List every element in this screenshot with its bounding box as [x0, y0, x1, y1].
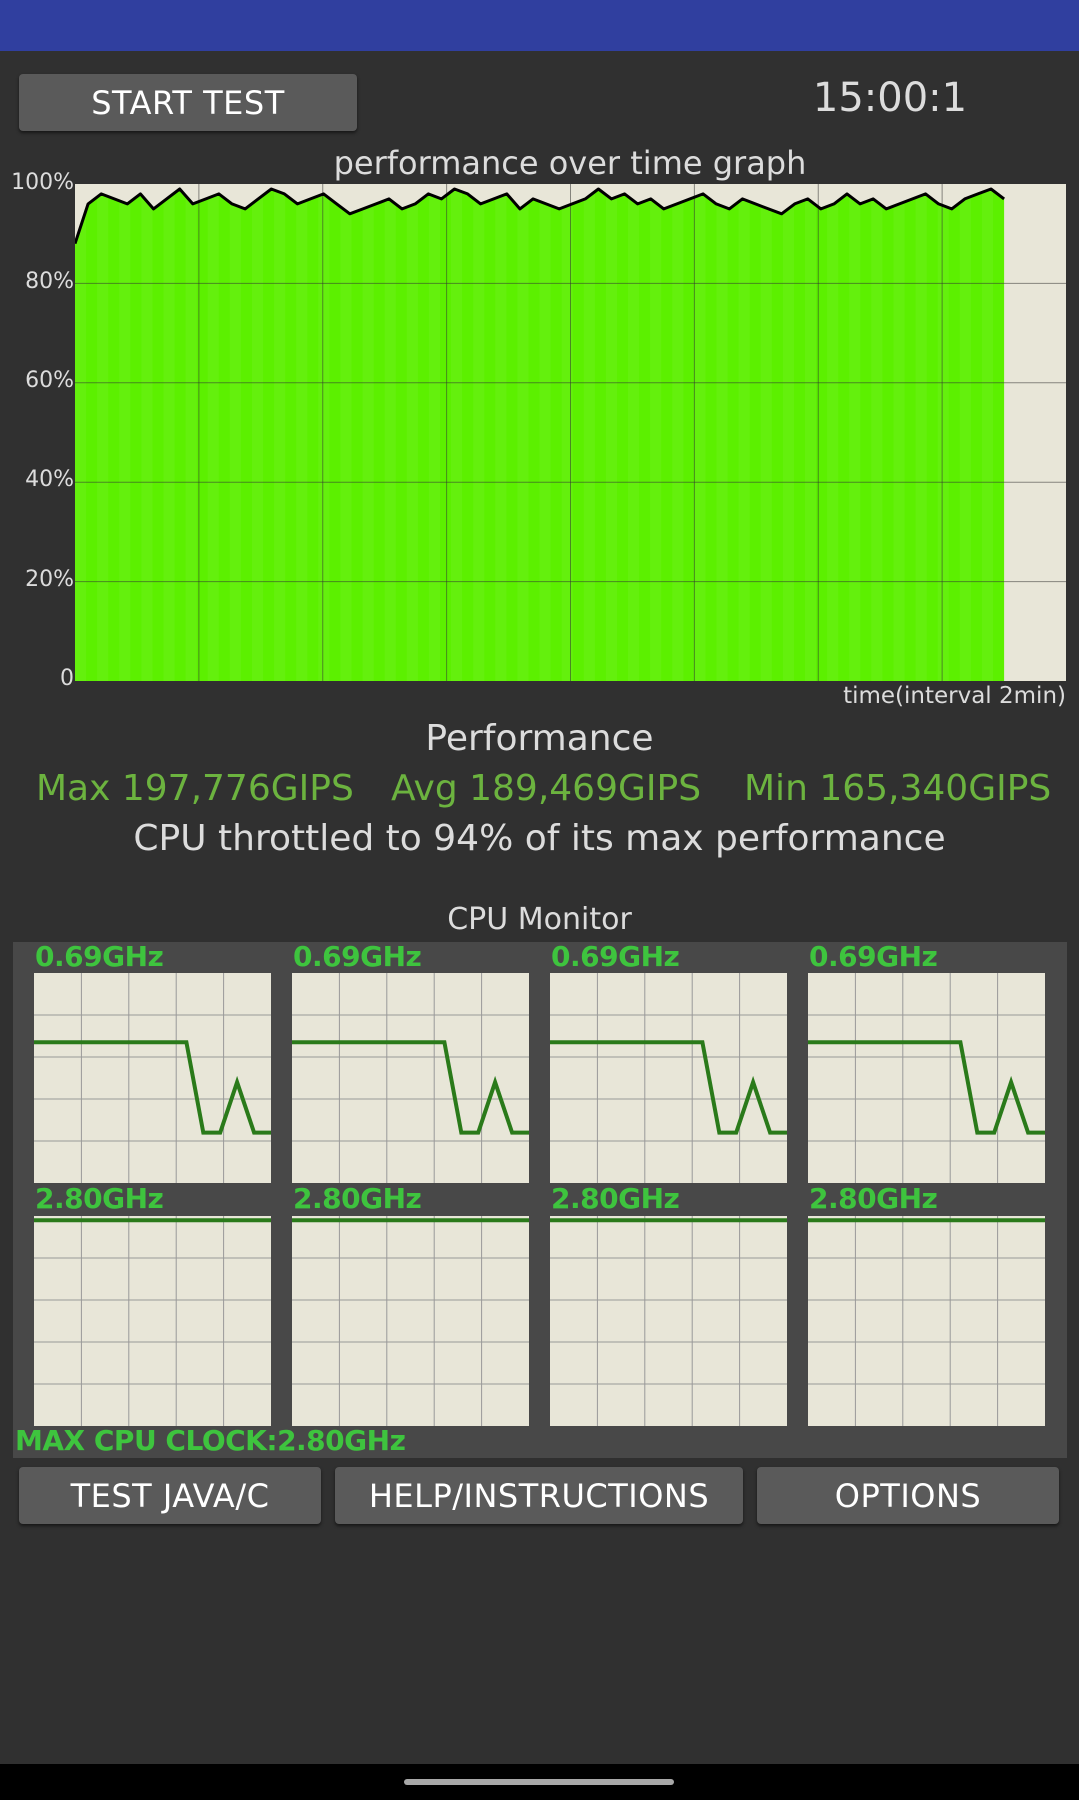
area-band	[119, 184, 131, 681]
area-band	[318, 184, 330, 681]
core-2-frequency: 0.69GHz	[293, 940, 422, 973]
area-band	[406, 184, 418, 681]
area-band	[384, 184, 396, 681]
x-axis-label: time(interval 2min)	[843, 683, 1066, 709]
core-7-graph	[550, 1216, 787, 1426]
y-tick-0: 0	[60, 666, 74, 691]
area-band	[893, 184, 905, 681]
area-band	[981, 184, 993, 681]
area-band	[760, 184, 772, 681]
y-tick-40: 40%	[25, 467, 74, 492]
area-band	[473, 184, 485, 681]
performance-graph	[75, 184, 1066, 681]
area-band	[561, 184, 573, 681]
core-5-graph	[34, 1216, 271, 1426]
options-button[interactable]: OPTIONS	[757, 1467, 1059, 1524]
test-java-c-button[interactable]: TEST JAVA/C	[19, 1467, 321, 1524]
area-band	[75, 184, 87, 681]
core-2-graph	[292, 973, 529, 1183]
core-4-graph	[808, 973, 1045, 1183]
core-graph-background	[550, 1216, 787, 1426]
area-band	[672, 184, 684, 681]
area-band	[738, 184, 750, 681]
max-performance: Max 197,776GIPS	[36, 768, 354, 809]
area-band	[163, 184, 175, 681]
y-tick-100: 100%	[11, 170, 74, 195]
area-band	[539, 184, 551, 681]
min-performance: Min 165,340GIPS	[744, 768, 1052, 809]
core-4-frequency: 0.69GHz	[809, 940, 938, 973]
area-band	[716, 184, 728, 681]
area-band	[207, 184, 219, 681]
y-tick-60: 60%	[25, 368, 74, 393]
area-band	[628, 184, 640, 681]
core-graph-background	[292, 973, 529, 1183]
home-gesture-handle[interactable]	[404, 1779, 674, 1785]
core-graph-background	[808, 1216, 1045, 1426]
area-band	[495, 184, 507, 681]
area-band	[274, 184, 286, 681]
area-band	[871, 184, 883, 681]
core-6-graph	[292, 1216, 529, 1426]
area-band	[229, 184, 241, 681]
status-bar	[0, 0, 1079, 51]
area-band	[252, 184, 264, 681]
max-cpu-clock: MAX CPU CLOCK:2.80GHz	[15, 1424, 406, 1457]
core-graph-background	[808, 973, 1045, 1183]
y-tick-20: 20%	[25, 567, 74, 592]
help-instructions-button[interactable]: HELP/INSTRUCTIONS	[335, 1467, 743, 1524]
core-6-frequency: 2.80GHz	[293, 1182, 422, 1215]
area-band	[451, 184, 463, 681]
area-band	[959, 184, 971, 681]
performance-heading: Performance	[425, 718, 654, 759]
area-band	[340, 184, 352, 681]
core-5-frequency: 2.80GHz	[35, 1182, 164, 1215]
area-band	[849, 184, 861, 681]
core-graph-background	[34, 1216, 271, 1426]
area-band	[805, 184, 817, 681]
core-1-frequency: 0.69GHz	[35, 940, 164, 973]
core-graph-background	[550, 973, 787, 1183]
core-8-frequency: 2.80GHz	[809, 1182, 938, 1215]
area-band	[296, 184, 308, 681]
core-7-frequency: 2.80GHz	[551, 1182, 680, 1215]
avg-performance: Avg 189,469GIPS	[391, 768, 702, 809]
core-1-graph	[34, 973, 271, 1183]
area-band	[428, 184, 440, 681]
area-band	[915, 184, 927, 681]
area-band	[650, 184, 662, 681]
area-band	[362, 184, 374, 681]
graph-title: performance over time graph	[333, 144, 807, 182]
area-band	[141, 184, 153, 681]
area-band	[937, 184, 949, 681]
throttle-summary: CPU throttled to 94% of its max performa…	[133, 818, 946, 859]
core-graph-background	[292, 1216, 529, 1426]
area-band	[97, 184, 109, 681]
area-band	[185, 184, 197, 681]
area-band	[605, 184, 617, 681]
cpu-monitor-heading: CPU Monitor	[447, 902, 632, 937]
core-3-frequency: 0.69GHz	[551, 940, 680, 973]
area-band	[694, 184, 706, 681]
core-graph-background	[34, 973, 271, 1183]
area-band	[583, 184, 595, 681]
core-3-graph	[550, 973, 787, 1183]
area-band	[517, 184, 529, 681]
area-band	[827, 184, 839, 681]
start-test-button[interactable]: START TEST	[19, 74, 357, 131]
y-tick-80: 80%	[25, 269, 74, 294]
test-timer: 15:00:1	[812, 75, 968, 121]
core-8-graph	[808, 1216, 1045, 1426]
area-band	[782, 184, 794, 681]
